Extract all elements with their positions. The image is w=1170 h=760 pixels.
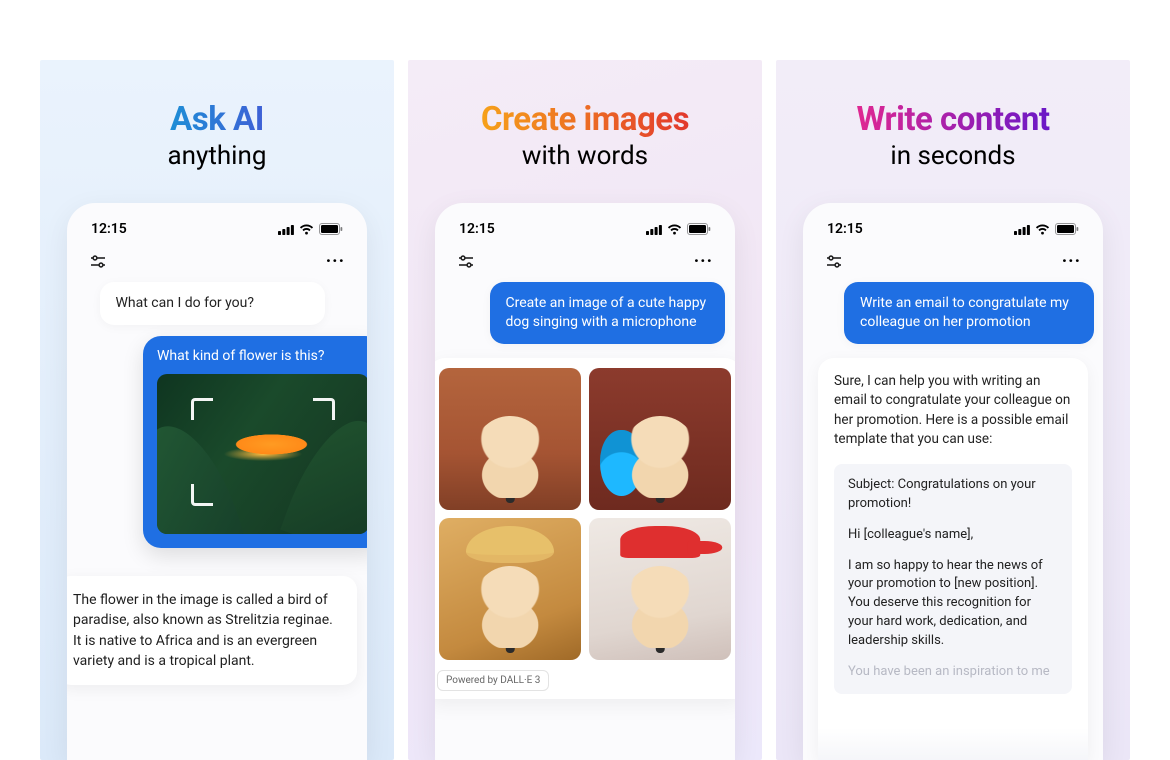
wifi-icon xyxy=(667,224,682,235)
status-icons xyxy=(278,223,343,235)
panel-create-images: Create images with words 12:15 ··· Creat… xyxy=(408,60,762,760)
headline: Create images with words xyxy=(481,100,689,171)
status-time: 12:15 xyxy=(827,221,863,237)
generated-image-3[interactable] xyxy=(439,518,581,660)
generated-image-4[interactable] xyxy=(589,518,731,660)
email-subject: Subject: Congratulations on your promoti… xyxy=(848,476,1058,514)
panel-ask-ai: Ask AI anything 12:15 ··· What can I do … xyxy=(40,60,394,760)
email-body-2: You have been an inspiration to me xyxy=(848,663,1058,682)
more-icon[interactable]: ··· xyxy=(694,251,713,272)
more-icon[interactable]: ··· xyxy=(1062,251,1081,272)
battery-icon xyxy=(319,223,343,235)
panel-write-content: Write content in seconds 12:15 ··· Write… xyxy=(776,60,1130,760)
generated-image-1[interactable] xyxy=(439,368,581,510)
user-image-query-card[interactable]: What kind of flower is this? xyxy=(143,336,367,548)
user-prompt-bubble: Create an image of a cute happy dog sing… xyxy=(490,282,725,344)
signal-icon xyxy=(646,224,662,235)
ai-flower-response: The flower in the image is called a bird… xyxy=(67,576,357,685)
ai-greeting-bubble: What can I do for you? xyxy=(100,282,325,325)
headline-sub: in seconds xyxy=(856,141,1049,171)
status-bar: 12:15 xyxy=(803,215,1103,245)
battery-icon xyxy=(687,223,711,235)
signal-icon xyxy=(278,224,294,235)
status-time: 12:15 xyxy=(459,221,495,237)
status-bar: 12:15 xyxy=(435,215,735,245)
ai-intro-text: Sure, I can help you with writing an ema… xyxy=(834,372,1072,450)
headline-main: Write content xyxy=(856,100,1049,139)
headline-sub: anything xyxy=(168,141,267,171)
phone-mockup: 12:15 ··· Create an image of a cute happ… xyxy=(435,203,735,760)
headline: Write content in seconds xyxy=(856,100,1049,171)
status-bar: 12:15 xyxy=(67,215,367,245)
generated-images-card: Powered by DALL·E 3 xyxy=(435,358,735,699)
nav-bar: ··· xyxy=(435,245,735,282)
more-icon[interactable]: ··· xyxy=(326,251,345,272)
headline: Ask AI anything xyxy=(168,100,267,171)
marketing-panels: Ask AI anything 12:15 ··· What can I do … xyxy=(40,60,1130,760)
uploaded-flower-image xyxy=(157,374,367,534)
phone-mockup: 12:15 ··· What can I do for you? What ki… xyxy=(67,203,367,760)
headline-sub: with words xyxy=(481,141,689,171)
status-time: 12:15 xyxy=(91,221,127,237)
phone-mockup: 12:15 ··· Write an email to congratulate… xyxy=(803,203,1103,760)
crop-overlay xyxy=(191,398,335,506)
wifi-icon xyxy=(1035,224,1050,235)
wifi-icon xyxy=(299,224,314,235)
headline-main: Create images xyxy=(481,100,689,139)
email-body-1: I am so happy to hear the news of your p… xyxy=(848,557,1058,651)
headline-main: Ask AI xyxy=(168,100,267,139)
settings-sliders-icon[interactable] xyxy=(825,253,843,271)
generated-image-2[interactable] xyxy=(589,368,731,510)
settings-sliders-icon[interactable] xyxy=(89,253,107,271)
ai-email-response: Sure, I can help you with writing an ema… xyxy=(818,358,1088,760)
nav-bar: ··· xyxy=(803,245,1103,282)
signal-icon xyxy=(1014,224,1030,235)
user-prompt-bubble: Write an email to congratulate my collea… xyxy=(844,282,1094,344)
email-greeting: Hi [colleague's name], xyxy=(848,526,1058,545)
powered-by-badge: Powered by DALL·E 3 xyxy=(437,670,549,691)
image-grid xyxy=(439,368,731,660)
user-question-text: What kind of flower is this? xyxy=(157,348,367,364)
settings-sliders-icon[interactable] xyxy=(457,253,475,271)
nav-bar: ··· xyxy=(67,245,367,282)
email-template: Subject: Congratulations on your promoti… xyxy=(834,464,1072,694)
battery-icon xyxy=(1055,223,1079,235)
status-icons xyxy=(646,223,711,235)
status-icons xyxy=(1014,223,1079,235)
